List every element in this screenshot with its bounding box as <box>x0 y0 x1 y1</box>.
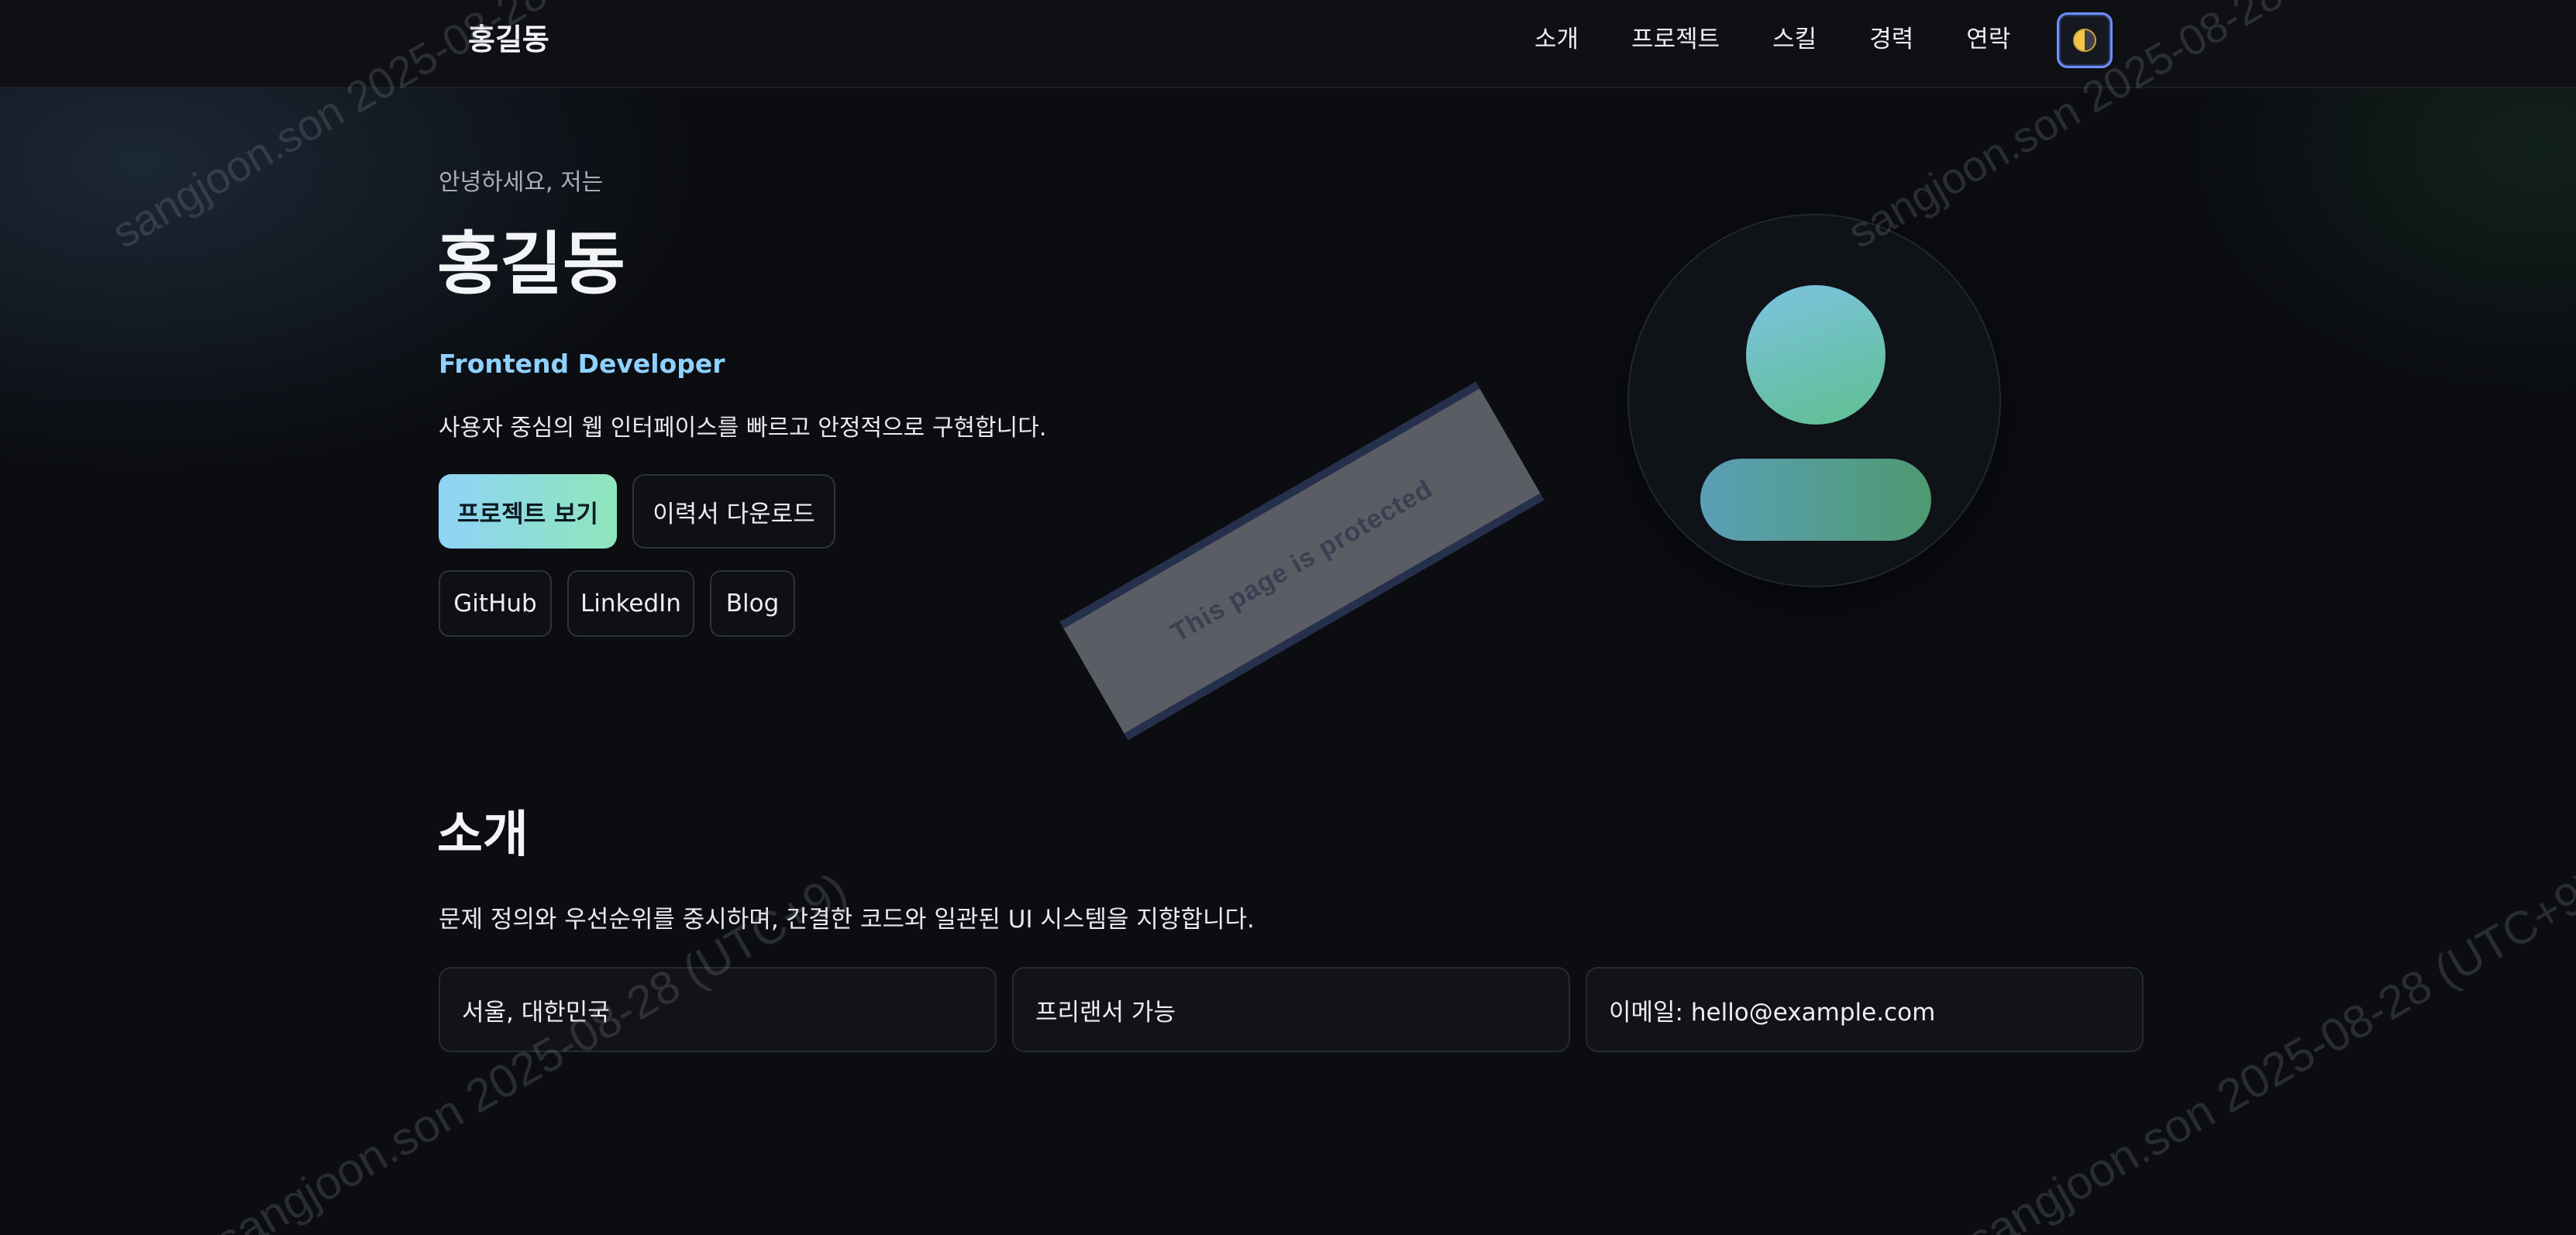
github-link[interactable]: GitHub <box>439 570 552 637</box>
avatar-body <box>1700 459 1931 541</box>
linkedin-link[interactable]: LinkedIn <box>567 570 694 637</box>
half-moon-icon <box>2073 29 2096 52</box>
main-nav: 소개 프로젝트 스킬 경력 연락 <box>1534 22 2010 57</box>
hero-greeting: 안녕하세요, 저는 <box>439 169 604 196</box>
theme-toggle-button[interactable] <box>2057 12 2113 68</box>
avatar <box>1627 214 2001 587</box>
hero-role: Frontend Developer <box>439 349 725 379</box>
about-title: 소개 <box>437 807 529 864</box>
protected-stamp-text: This page is protected <box>1166 473 1438 648</box>
nav-item-career[interactable]: 경력 <box>1869 22 1913 57</box>
download-resume-button[interactable]: 이력서 다운로드 <box>632 474 835 549</box>
info-card-location: 서울, 대한민국 <box>439 967 997 1052</box>
nav-item-skills[interactable]: 스킬 <box>1772 22 1817 57</box>
protected-stamp: This page is protected <box>1059 381 1545 741</box>
brand-logo[interactable]: 홍길동 <box>468 22 549 57</box>
avatar-head <box>1746 285 1886 425</box>
nav-item-contact[interactable]: 연락 <box>1966 22 2010 57</box>
nav-item-projects[interactable]: 프로젝트 <box>1631 22 1720 57</box>
info-card-availability: 프리랜서 가능 <box>1012 967 1570 1052</box>
hero-name: 홍길동 <box>437 224 625 304</box>
ambient-glow-right <box>2189 85 2576 395</box>
blog-link[interactable]: Blog <box>710 570 795 637</box>
about-description: 문제 정의와 우선순위를 중시하며, 간결한 코드와 일관된 UI 시스템을 지… <box>439 906 1255 934</box>
nav-item-about[interactable]: 소개 <box>1534 22 1579 57</box>
hero-tagline: 사용자 중심의 웹 인터페이스를 빠르고 안정적으로 구현합니다. <box>439 415 1047 442</box>
site-header: 홍길동 소개 프로젝트 스킬 경력 연락 <box>0 0 2576 88</box>
info-card-email: 이메일: hello@example.com <box>1586 967 2144 1052</box>
view-projects-button[interactable]: 프로젝트 보기 <box>439 474 617 549</box>
